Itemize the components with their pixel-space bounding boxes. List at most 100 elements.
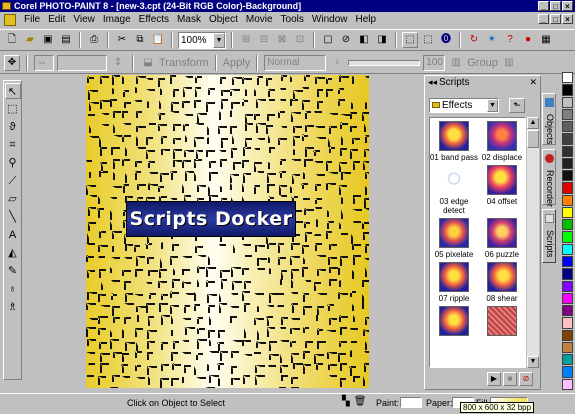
menu-file[interactable]: File xyxy=(20,12,44,28)
doc-minimize-button[interactable]: _ xyxy=(538,14,549,24)
move-tool-icon[interactable]: ✥ xyxy=(4,54,20,71)
color-swatch[interactable] xyxy=(561,280,573,292)
open-folder-icon[interactable]: ▰ xyxy=(22,32,38,48)
paste-icon[interactable]: 📋 xyxy=(150,32,166,48)
mask-remove-icon[interactable]: ⊘ xyxy=(338,32,354,48)
mask-add-icon[interactable]: ⊞ xyxy=(238,32,254,48)
copy-icon[interactable]: ⧉ xyxy=(132,32,148,48)
close-button[interactable]: × xyxy=(562,1,573,11)
menu-tools[interactable]: Tools xyxy=(277,12,308,28)
color-swatch[interactable] xyxy=(561,255,573,268)
delete-script-icon[interactable]: ⊘ xyxy=(519,372,533,386)
print-icon[interactable]: ⎙ xyxy=(86,32,102,48)
scroll-down-icon[interactable]: ▼ xyxy=(527,356,539,368)
lasso-tool-icon[interactable]: ϑ xyxy=(5,119,21,135)
opacity-slider[interactable] xyxy=(348,59,421,66)
x-position-field[interactable]: ⇔ xyxy=(34,54,54,71)
eraser-tool-icon[interactable]: ▱ xyxy=(5,191,21,207)
ungroup-icon[interactable]: ▥ xyxy=(501,55,517,71)
text-tool-icon[interactable]: A xyxy=(5,227,21,243)
menu-image[interactable]: Image xyxy=(99,12,135,28)
clone-tool-icon[interactable]: ♗ xyxy=(5,299,21,315)
color-swatch[interactable] xyxy=(561,170,573,182)
cut-icon[interactable]: ✂ xyxy=(114,32,130,48)
object-properties-icon[interactable]: ⓿ xyxy=(438,32,454,48)
line-tool-icon[interactable]: ╲ xyxy=(5,209,21,225)
effects-icon[interactable]: ✴ xyxy=(484,32,500,48)
document-icon[interactable] xyxy=(4,14,16,26)
tab-recorder[interactable]: Recorder xyxy=(542,149,556,207)
color-swatch[interactable] xyxy=(561,243,573,255)
group-button[interactable]: Group xyxy=(467,57,498,69)
minimize-button[interactable]: _ xyxy=(538,1,549,11)
zoom-tool-icon[interactable]: ⚲ xyxy=(5,155,21,171)
color-swatch[interactable] xyxy=(561,157,573,170)
play-script-icon[interactable]: ▶ xyxy=(487,372,501,386)
menu-view[interactable]: View xyxy=(69,12,99,28)
mask-normal-icon[interactable]: ▢ xyxy=(320,32,336,48)
script-item[interactable] xyxy=(478,306,525,338)
mask-overlay-icon[interactable]: ◨ xyxy=(374,32,390,48)
color-swatch[interactable] xyxy=(561,133,573,145)
scroll-up-icon[interactable]: ▲ xyxy=(527,117,539,129)
color-swatch[interactable] xyxy=(561,317,573,329)
color-swatch[interactable] xyxy=(561,108,573,121)
opacity-field[interactable]: 100 xyxy=(423,54,446,71)
menu-effects[interactable]: Effects xyxy=(135,12,173,28)
transform-icon[interactable]: ⬓ xyxy=(140,55,156,71)
script-item[interactable]: 08 shear xyxy=(478,262,525,303)
image-canvas[interactable]: Scripts Docker xyxy=(86,75,369,388)
color-swatch[interactable] xyxy=(561,268,573,280)
mask-intersect-icon[interactable]: ⊡ xyxy=(292,32,308,48)
color-swatch[interactable] xyxy=(561,182,573,194)
color-swatch[interactable] xyxy=(561,329,573,341)
apple-icon[interactable]: ● xyxy=(520,32,536,48)
fill-tool-icon[interactable]: ◭ xyxy=(5,245,21,261)
color-swatch[interactable] xyxy=(561,219,573,231)
menu-help[interactable]: Help xyxy=(351,12,380,28)
script-list-scrollbar[interactable]: ▲ ▼ xyxy=(527,117,539,368)
color-swatch[interactable] xyxy=(561,84,573,96)
stop-script-icon[interactable]: ■ xyxy=(503,372,517,386)
pin-icon[interactable]: ◂◂ xyxy=(428,76,437,89)
script-item[interactable]: 04 offset xyxy=(478,165,525,215)
color-swatch[interactable] xyxy=(561,194,573,206)
new-file-icon[interactable]: 🗋 xyxy=(4,32,20,48)
paint-tool-icon[interactable]: ✎ xyxy=(5,263,21,279)
chevron-down-icon[interactable]: ▼ xyxy=(487,99,498,112)
transform-button[interactable]: Transform xyxy=(159,57,209,69)
color-swatch[interactable] xyxy=(561,96,573,108)
tab-objects[interactable]: Objects xyxy=(542,93,556,145)
grid-icon[interactable]: ▦ xyxy=(538,32,554,48)
help-icon[interactable]: ? xyxy=(502,32,518,48)
menu-object[interactable]: Object xyxy=(205,12,242,28)
position-spin-icon[interactable]: ⇕ xyxy=(110,55,126,71)
up-folder-button[interactable]: ⬑ xyxy=(509,98,525,113)
crop-tool-icon[interactable]: ⌗ xyxy=(5,137,21,153)
docker-close-icon[interactable]: ✕ xyxy=(529,76,537,89)
object-marquee-icon[interactable]: ⬚ xyxy=(420,32,436,48)
color-swatch[interactable] xyxy=(561,366,573,378)
mask-invert-icon[interactable]: ◧ xyxy=(356,32,372,48)
color-swatch[interactable] xyxy=(561,121,573,133)
mask-xor-icon[interactable]: ⊠ xyxy=(274,32,290,48)
folder-select[interactable]: Effects ▼ xyxy=(429,98,499,113)
maximize-button[interactable]: □ xyxy=(550,1,561,11)
color-swatch[interactable] xyxy=(561,292,573,305)
scroll-thumb[interactable] xyxy=(527,130,539,148)
zoom-select[interactable]: 100% ▼ xyxy=(178,31,226,49)
script-item[interactable]: 05 pixelate xyxy=(430,218,478,259)
color-swatch[interactable] xyxy=(561,206,573,219)
color-swatch[interactable] xyxy=(561,72,573,84)
marquee-visible-icon[interactable]: ⬚ xyxy=(402,32,418,48)
color-swatch[interactable] xyxy=(561,354,573,366)
menu-mask[interactable]: Mask xyxy=(173,12,205,28)
menu-movie[interactable]: Movie xyxy=(242,12,277,28)
paint-color-swatch[interactable] xyxy=(400,397,422,408)
eyedropper-tool-icon[interactable]: ⟋ xyxy=(5,173,21,189)
merge-mode-select[interactable]: Normal xyxy=(264,54,327,71)
doc-restore-button[interactable]: □ xyxy=(550,14,561,24)
script-item[interactable]: 02 displace xyxy=(478,121,525,162)
script-item[interactable] xyxy=(430,306,478,338)
apply-button[interactable]: Apply xyxy=(223,57,251,69)
